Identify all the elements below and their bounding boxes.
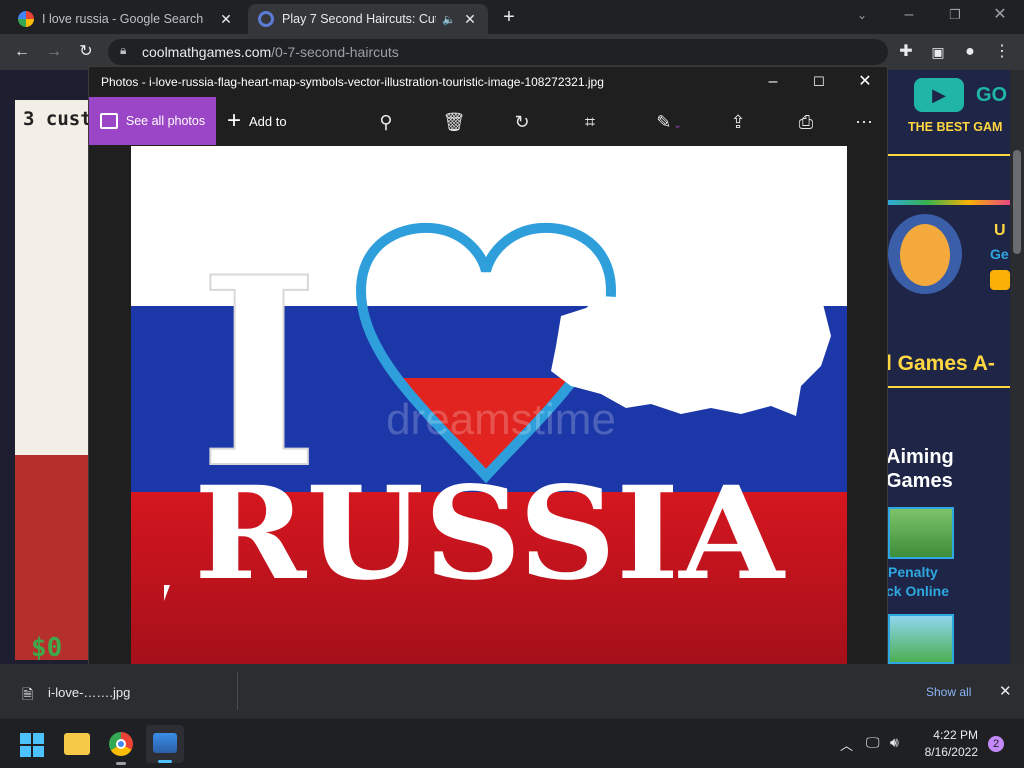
add-to-label: Add to [249,113,287,129]
taskbar: ︿ 🖵︎ 🔊︎ 4:22 PM 8/16/2022 2 [0,718,1024,768]
divider [886,386,1010,388]
photos-taskbar-item[interactable] [146,725,184,763]
close-icon[interactable]: ✕ [853,70,877,94]
close-downloads-icon[interactable]: ✕ [999,682,1012,700]
zoom-icon[interactable]: ⚲ [373,109,399,135]
aiming-heading: Aiming [886,446,954,468]
watermark-text: dreamstime [386,395,616,444]
forward-icon[interactable]: → [42,40,66,64]
badge-button[interactable] [990,270,1010,290]
url-host: coolmathgames.com [142,44,272,60]
game-panel-red: $0 [15,455,93,663]
maximize-icon[interactable]: ☐ [807,70,831,94]
back-icon[interactable]: ← [10,40,34,64]
russia-word: RUSSIA [194,459,786,609]
scrollbar-thumb[interactable] [1013,150,1021,254]
photos-app-icon [153,733,177,753]
photos-toolbar: See all photos + Add to ⚲ 🗑︎ ↻ ⌗ ✎ ⌄ ⇪ ⎙ … [89,97,889,145]
color-strip [886,200,1010,205]
tab-title: Play 7 Second Haircuts: Cut a [282,12,437,26]
photo-image[interactable]: I RUSSIA dreamstime [131,146,847,666]
u-text: U [994,222,1006,239]
right-sidebar: ▶ GO THE BEST GAM U Ge l Games A- Aiming… [886,70,1010,664]
crop-icon[interactable]: ⌗ [577,109,603,135]
play-icon[interactable]: ▶ [914,78,964,112]
new-tab-icon[interactable]: + [497,5,521,29]
clock-date[interactable]: 8/16/2022 [912,745,978,759]
tab-search-icon[interactable]: ⌄ [850,3,874,27]
notification-badge[interactable]: 2 [988,736,1004,752]
minimize-icon[interactable]: – [897,3,921,27]
reload-icon[interactable]: ↻ [74,40,98,64]
tab-title: I love russia - Google Search [42,12,204,26]
add-to-button[interactable]: + Add to [227,97,287,145]
money-text: $0 [31,633,63,663]
more-icon[interactable]: ⋯ [851,109,877,135]
mouse-cursor-icon [164,585,176,601]
profile-icon[interactable]: ● [958,40,982,64]
photos-icon [99,113,118,129]
restore-icon[interactable]: ❐ [943,3,967,27]
penalty-title[interactable]: Penalty [888,564,938,580]
photos-window: Photos - i-love-russia-flag-heart-map-sy… [88,66,888,696]
lion-face [900,224,950,286]
minimize-icon[interactable]: – [761,70,785,94]
delete-icon[interactable]: 🗑︎ [441,109,467,135]
lock-icon: 🔒︎ [120,43,127,57]
speaker-icon[interactable]: 🔈 [442,13,456,26]
file-explorer-icon[interactable] [64,733,90,755]
penalty-thumbnail[interactable] [888,507,954,559]
best-games-text: THE BEST GAM [908,120,1003,134]
ge-text: Ge [990,246,1009,262]
url-path: /0-7-second-haircuts [271,44,399,60]
network-icon[interactable]: 🖵︎ [866,734,880,751]
close-tab-icon[interactable]: ✕ [462,11,478,28]
games-heading: Games [886,470,953,492]
photos-titlebar: Photos - i-love-russia-flag-heart-map-sy… [89,67,889,97]
chrome-icon[interactable] [109,732,133,756]
menu-icon[interactable]: ⋮ [990,40,1014,64]
russia-image: I RUSSIA dreamstime [131,146,847,666]
see-all-photos-button[interactable]: See all photos [89,97,216,145]
volume-icon[interactable]: 🔊︎ [890,734,899,751]
go-text: GO [976,84,1008,106]
active-indicator [158,760,172,763]
close-tab-icon[interactable]: ✕ [218,11,234,28]
all-games-heading: l Games A- [886,352,995,375]
clock-time[interactable]: 4:22 PM [922,728,978,742]
divider [237,672,238,710]
file-icon: 🗎︎ [22,686,34,702]
address-bar[interactable]: 🔒︎ coolmathgames.com/0-7-second-haircuts [108,39,888,65]
google-icon [18,11,34,27]
customers-text: 3 cust [23,108,92,130]
downloads-bar: 🗎︎ i-love-…….jpg Show all ✕ [0,664,1024,718]
chevron-up-icon[interactable]: ︿ [840,735,853,754]
tab-google-search[interactable]: I love russia - Google Search ✕ [8,4,244,34]
tab-strip: I love russia - Google Search ✕ Play 7 S… [0,0,1024,34]
see-all-label: See all photos [125,114,206,128]
mascot-avatar[interactable] [888,214,962,294]
edit-icon[interactable]: ✎ ⌄ [649,109,689,135]
online-title[interactable]: ck Online [886,583,949,599]
print-icon[interactable]: ⎙ [793,109,819,135]
rotate-icon[interactable]: ↻ [509,109,535,135]
running-indicator [116,762,126,765]
side-panel-icon[interactable]: ▣ [926,40,950,64]
plus-icon: + [227,107,242,134]
page-scrollbar[interactable] [1010,70,1024,664]
windows-start-icon[interactable] [20,733,44,757]
coolmath-icon [258,11,274,27]
game-thumbnail[interactable] [888,614,954,664]
tab-haircuts[interactable]: Play 7 Second Haircuts: Cut a 🔈 ✕ [248,4,488,34]
share-icon[interactable]: ⇪ [725,109,751,135]
download-file-name[interactable]: i-love-…….jpg [48,685,130,700]
photos-title: Photos - i-love-russia-flag-heart-map-sy… [101,75,604,89]
close-window-icon[interactable]: ✕ [988,3,1012,27]
divider [886,154,1010,156]
show-all-button[interactable]: Show all [926,685,971,699]
extensions-icon[interactable]: ✚ [894,40,918,64]
